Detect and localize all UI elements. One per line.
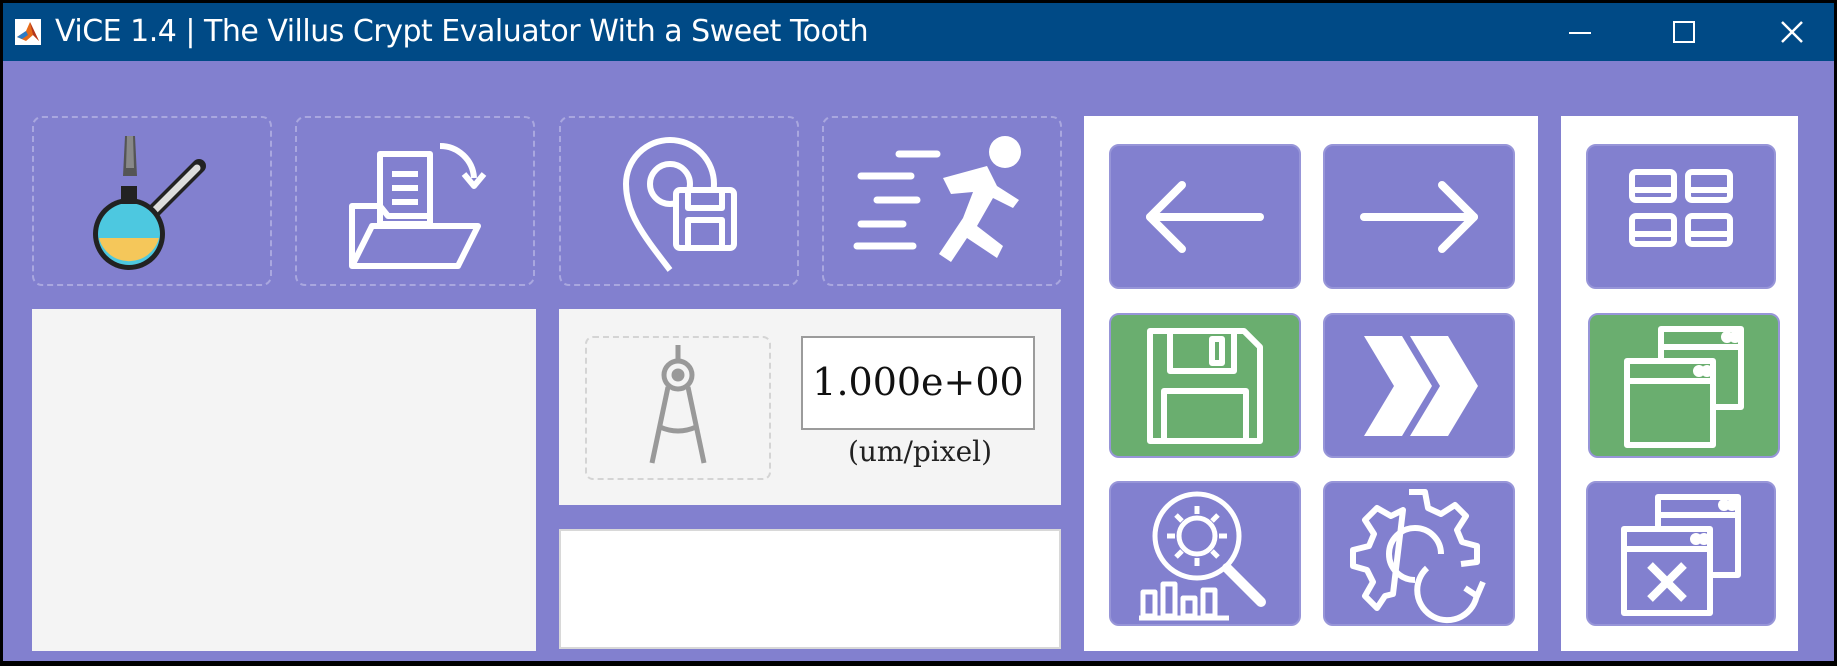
windows-stack-icon	[1624, 325, 1744, 448]
minimize-icon	[1569, 32, 1591, 34]
minimize-button[interactable]	[1545, 3, 1615, 61]
window-title: ViCE 1.4 | The Villus Crypt Evaluator Wi…	[55, 14, 869, 49]
close-icon	[1781, 21, 1803, 43]
previous-button[interactable]	[1109, 144, 1301, 289]
next-button[interactable]	[1323, 144, 1515, 289]
compass-icon	[649, 345, 707, 464]
title-bar[interactable]: ViCE 1.4 | The Villus Crypt Evaluator Wi…	[3, 3, 1834, 61]
analytics-search-icon	[1139, 491, 1266, 620]
location-save-icon	[623, 137, 737, 272]
close-windows-button[interactable]	[1586, 481, 1776, 626]
run-icon	[853, 136, 1021, 262]
settings-button[interactable]	[1323, 481, 1515, 626]
run-button[interactable]	[822, 116, 1062, 286]
maximize-icon	[1673, 21, 1695, 43]
fast-forward-button[interactable]	[1323, 313, 1515, 458]
close-windows-icon	[1621, 493, 1741, 616]
arrow-left-icon	[1146, 180, 1264, 253]
matlab-icon	[15, 19, 41, 45]
scale-unit-label: (um/pixel)	[847, 435, 993, 468]
load-button[interactable]	[295, 116, 535, 286]
save-button[interactable]	[1109, 313, 1301, 458]
scale-input[interactable]: 1.000e+00	[801, 336, 1035, 430]
app-root: ViCE 1.4 | The Villus Crypt Evaluator Wi…	[0, 0, 1837, 666]
load-folder-icon	[349, 142, 487, 269]
maximize-button[interactable]	[1649, 3, 1719, 61]
save-location-button[interactable]	[559, 116, 799, 286]
stack-windows-button[interactable]	[1588, 313, 1780, 458]
analyze-button[interactable]	[1109, 481, 1301, 626]
fast-forward-icon	[1364, 335, 1478, 436]
floppy-save-icon	[1147, 327, 1263, 444]
settings-refresh-icon	[1350, 488, 1486, 623]
grid-view-icon	[1629, 168, 1733, 247]
status-panel	[559, 529, 1061, 649]
image-preview-panel	[32, 309, 536, 651]
grid-view-button[interactable]	[1586, 144, 1776, 289]
arrow-right-icon	[1360, 180, 1478, 253]
calibrate-button[interactable]	[585, 336, 771, 480]
flask-brush-icon	[93, 136, 206, 270]
close-button[interactable]	[1757, 3, 1827, 61]
main-window: ViCE 1.4 | The Villus Crypt Evaluator Wi…	[3, 3, 1834, 661]
crypt-tool-button[interactable]	[32, 116, 272, 286]
